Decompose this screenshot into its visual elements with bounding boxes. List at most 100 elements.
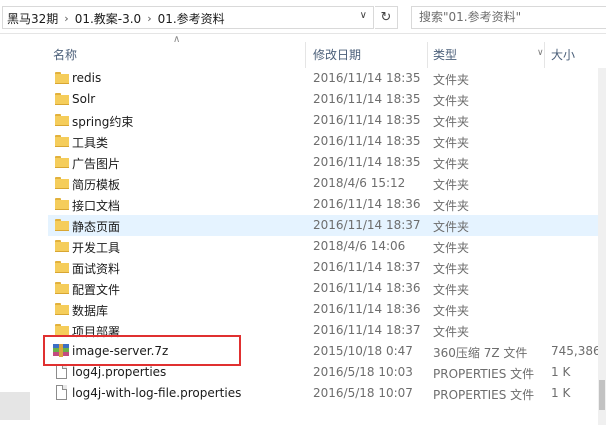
column-divider[interactable] bbox=[427, 42, 428, 68]
file-date: 2016/11/14 18:35 bbox=[313, 113, 421, 127]
file-date: 2016/11/14 18:35 bbox=[313, 71, 421, 85]
file-type: PROPERTIES 文件 bbox=[433, 367, 535, 381]
file-type: 文件夹 bbox=[433, 220, 470, 234]
folder-icon bbox=[55, 72, 69, 84]
breadcrumb[interactable]: 黑马32期 › 01.教案-3.0 › 01.参考资料 ∨ bbox=[2, 6, 374, 29]
file-type: 文件夹 bbox=[433, 136, 470, 150]
folder-icon bbox=[55, 156, 69, 168]
file-name: 面试资料 bbox=[72, 262, 121, 276]
sort-ascending-icon: ∧ bbox=[173, 34, 181, 45]
highlight-box bbox=[43, 335, 241, 366]
folder-icon bbox=[55, 219, 69, 231]
file-name: 工具类 bbox=[72, 136, 109, 150]
file-date: 2016/11/14 18:35 bbox=[313, 92, 421, 106]
file-type: 文件夹 bbox=[433, 73, 470, 87]
file-type: 文件夹 bbox=[433, 325, 470, 339]
file-row[interactable]: Solr 2016/11/14 18:35 文件夹 bbox=[48, 89, 606, 110]
file-name: spring约束 bbox=[72, 115, 134, 129]
file-row[interactable]: 简历模板 2018/4/6 15:12 文件夹 bbox=[48, 173, 606, 194]
file-row[interactable]: 接口文档 2016/11/14 18:36 文件夹 bbox=[48, 194, 606, 215]
file-date: 2016/11/14 18:36 bbox=[313, 281, 421, 295]
file-date: 2016/5/18 10:03 bbox=[313, 365, 413, 379]
refresh-button[interactable]: ↻ bbox=[375, 6, 398, 29]
document-icon bbox=[56, 385, 67, 400]
file-date: 2016/11/14 18:36 bbox=[313, 197, 421, 211]
folder-icon bbox=[55, 177, 69, 189]
file-date: 2018/4/6 14:06 bbox=[313, 239, 406, 253]
column-type[interactable]: 类型 bbox=[433, 46, 457, 63]
file-type: 文件夹 bbox=[433, 178, 470, 192]
file-date: 2016/11/14 18:37 bbox=[313, 260, 421, 274]
folder-icon bbox=[55, 261, 69, 273]
folder-icon bbox=[55, 135, 69, 147]
refresh-icon: ↻ bbox=[380, 10, 392, 25]
breadcrumb-item-current[interactable]: 01.参考资料 bbox=[158, 10, 225, 27]
folder-icon bbox=[55, 198, 69, 210]
file-date: 2015/10/18 0:47 bbox=[313, 344, 413, 358]
file-type: 文件夹 bbox=[433, 94, 470, 108]
folder-icon bbox=[55, 282, 69, 294]
file-name: 简历模板 bbox=[72, 178, 121, 192]
column-header: ∧ 名称 修改日期 类型 ∨ 大小 bbox=[41, 34, 606, 68]
column-divider[interactable] bbox=[305, 42, 306, 68]
file-row[interactable]: 静态页面 2016/11/14 18:37 文件夹 bbox=[48, 215, 606, 236]
file-type: 文件夹 bbox=[433, 157, 470, 171]
file-type: 文件夹 bbox=[433, 199, 470, 213]
document-icon bbox=[56, 364, 67, 379]
file-name: log4j.properties bbox=[72, 365, 167, 379]
file-row[interactable]: 面试资料 2016/11/14 18:37 文件夹 bbox=[48, 257, 606, 278]
file-name: 配置文件 bbox=[72, 283, 121, 297]
file-name: Solr bbox=[72, 92, 96, 106]
file-type: 文件夹 bbox=[433, 283, 470, 297]
file-size: 1 K bbox=[551, 365, 571, 379]
folder-icon bbox=[55, 93, 69, 105]
file-name: 广告图片 bbox=[72, 157, 121, 171]
file-row[interactable]: 开发工具 2018/4/6 14:06 文件夹 bbox=[48, 236, 606, 257]
file-type: 文件夹 bbox=[433, 115, 470, 129]
file-date: 2016/11/14 18:37 bbox=[313, 218, 421, 232]
file-date: 2016/5/18 10:07 bbox=[313, 386, 413, 400]
search-input[interactable]: 搜索"01.参考资料" bbox=[411, 6, 606, 29]
chevron-down-icon[interactable]: ∨ bbox=[360, 10, 367, 21]
file-row[interactable]: 数据库 2016/11/14 18:36 文件夹 bbox=[48, 299, 606, 320]
file-date: 2016/11/14 18:36 bbox=[313, 302, 421, 316]
navigation-pane[interactable] bbox=[0, 34, 41, 425]
file-name: 接口文档 bbox=[72, 199, 121, 213]
folder-icon bbox=[55, 303, 69, 315]
column-date[interactable]: 修改日期 bbox=[313, 46, 361, 63]
file-type: 360压缩 7Z 文件 bbox=[433, 346, 528, 360]
chevron-right-icon: › bbox=[64, 12, 69, 25]
file-size: 1 K bbox=[551, 386, 571, 400]
file-type: PROPERTIES 文件 bbox=[433, 388, 535, 402]
folder-icon bbox=[55, 240, 69, 252]
file-row[interactable]: 配置文件 2016/11/14 18:36 文件夹 bbox=[48, 278, 606, 299]
chevron-right-icon: › bbox=[147, 12, 152, 25]
nav-selected-item[interactable] bbox=[0, 392, 30, 420]
column-name[interactable]: 名称 bbox=[53, 46, 77, 63]
column-divider[interactable] bbox=[544, 42, 545, 68]
file-row[interactable]: 工具类 2016/11/14 18:35 文件夹 bbox=[48, 131, 606, 152]
file-name: 静态页面 bbox=[72, 220, 121, 234]
file-row[interactable]: spring约束 2016/11/14 18:35 文件夹 bbox=[48, 110, 606, 131]
breadcrumb-item-root[interactable]: 黑马32期 bbox=[7, 10, 58, 27]
file-date: 2018/4/6 15:12 bbox=[313, 176, 406, 190]
column-size[interactable]: 大小 bbox=[551, 46, 575, 63]
file-name: 数据库 bbox=[72, 304, 109, 318]
scrollbar-thumb[interactable] bbox=[599, 380, 605, 410]
file-row[interactable]: redis 2016/11/14 18:35 文件夹 bbox=[48, 68, 606, 89]
file-type: 文件夹 bbox=[433, 262, 470, 276]
file-date: 2016/11/14 18:35 bbox=[313, 134, 421, 148]
file-row[interactable]: 广告图片 2016/11/14 18:35 文件夹 bbox=[48, 152, 606, 173]
file-name: log4j-with-log-file.properties bbox=[72, 386, 242, 400]
breadcrumb-item-course[interactable]: 01.教案-3.0 bbox=[75, 10, 142, 27]
vertical-scrollbar[interactable] bbox=[598, 68, 606, 425]
file-row[interactable]: log4j-with-log-file.properties 2016/5/18 … bbox=[48, 383, 606, 404]
file-type: 文件夹 bbox=[433, 304, 470, 318]
file-date: 2016/11/14 18:35 bbox=[313, 155, 421, 169]
file-name: redis bbox=[72, 71, 102, 85]
file-name: 开发工具 bbox=[72, 241, 121, 255]
chevron-down-icon[interactable]: ∨ bbox=[537, 48, 544, 58]
address-bar: 黑马32期 › 01.教案-3.0 › 01.参考资料 ∨ ↻ 搜索"01.参考… bbox=[0, 0, 606, 34]
file-type: 文件夹 bbox=[433, 241, 470, 255]
folder-icon bbox=[55, 114, 69, 126]
